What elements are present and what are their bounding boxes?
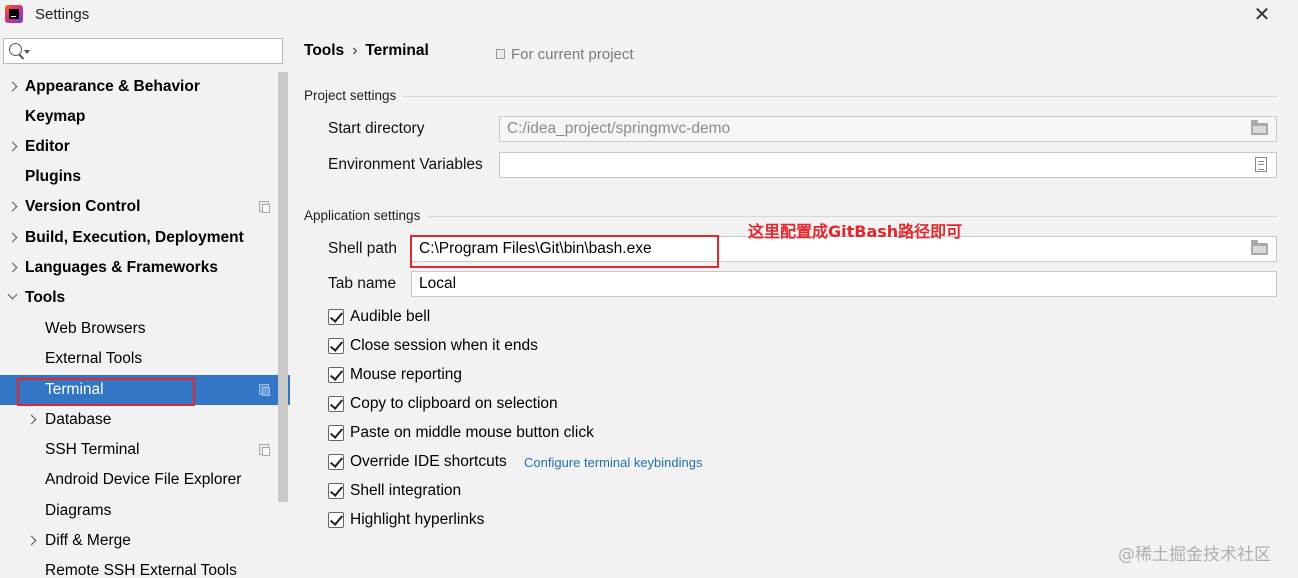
highlight-box-terminal [17, 378, 195, 406]
environment-variables-label: Environment Variables [328, 156, 483, 173]
option-label: Override IDE shortcuts [350, 453, 507, 470]
checkbox-checked[interactable] [328, 367, 344, 383]
tab-name-label: Tab name [328, 275, 397, 292]
sidebar-item-label: Editor [25, 138, 70, 155]
section-title-application-settings: Application settings [304, 208, 421, 223]
sidebar-scrollbar[interactable] [278, 72, 288, 502]
sidebar-item-languages-frameworks[interactable]: Languages & Frameworks [0, 253, 276, 283]
sidebar-item-label: Plugins [25, 168, 81, 185]
title-bar: Settings ✕ [0, 0, 1298, 30]
sidebar-item-web-browsers[interactable]: Web Browsers [0, 314, 276, 344]
chevron-right-icon[interactable] [7, 201, 18, 212]
sidebar-item-keymap[interactable]: Keymap [0, 102, 276, 132]
chevron-right-icon[interactable] [7, 232, 18, 243]
sidebar-item-label: Build, Execution, Deployment [25, 229, 244, 246]
option-label: Close session when it ends [350, 337, 538, 354]
start-directory-label: Start directory [328, 120, 425, 137]
folder-icon[interactable] [1251, 120, 1268, 135]
annotation-text: 这里配置成GitBash路径即可 [748, 222, 963, 241]
chevron-right-icon[interactable] [26, 535, 37, 546]
checkbox-checked[interactable] [328, 309, 344, 325]
intellij-app-icon [5, 5, 23, 23]
sidebar-item-label: Keymap [25, 108, 86, 125]
sidebar-item-tools[interactable]: Tools [0, 283, 276, 313]
search-options-chevron-icon[interactable] [24, 50, 30, 54]
checkbox-checked[interactable] [328, 512, 344, 528]
project-scope-icon [496, 49, 505, 59]
sidebar-item-label: Version Control [25, 198, 141, 215]
checkbox-checked[interactable] [328, 454, 344, 470]
option-label: Paste on middle mouse button click [350, 424, 594, 441]
chevron-right-icon[interactable] [26, 414, 37, 425]
sidebar-item-database[interactable]: Database [0, 405, 276, 435]
section-title-project-settings: Project settings [304, 88, 397, 103]
checkbox-checked[interactable] [328, 483, 344, 499]
configure-keybindings-link[interactable]: Configure terminal keybindings [524, 452, 702, 474]
option-label: Mouse reporting [350, 366, 463, 383]
chevron-down-icon[interactable] [7, 289, 18, 300]
start-directory-field[interactable]: C:/idea_project/springmvc-demo [499, 116, 1277, 142]
sidebar-item-diagrams[interactable]: Diagrams [0, 496, 276, 526]
sidebar-item-editor[interactable]: Editor [0, 132, 276, 162]
settings-sidebar: Appearance & Behavior Keymap Editor Plug… [0, 30, 290, 578]
sidebar-item-label: Appearance & Behavior [25, 78, 200, 95]
sidebar-item-diff-merge[interactable]: Diff & Merge [0, 526, 276, 556]
sidebar-item-label: Diagrams [45, 502, 112, 519]
option-label: Audible bell [350, 308, 431, 325]
sidebar-item-label: Languages & Frameworks [25, 259, 218, 276]
sidebar-item-label: Tools [25, 289, 66, 306]
sidebar-item-android-device-file-explorer[interactable]: Android Device File Explorer [0, 465, 276, 495]
sidebar-item-plugins[interactable]: Plugins [0, 162, 276, 192]
sidebar-item-label: External Tools [45, 350, 143, 367]
sidebar-item-label: Remote SSH External Tools [45, 562, 237, 578]
search-icon [9, 43, 22, 56]
project-scope-icon [259, 384, 270, 396]
option-label: Copy to clipboard on selection [350, 395, 558, 412]
sidebar-item-label: SSH Terminal [45, 441, 140, 458]
sidebar-item-external-tools[interactable]: External Tools [0, 344, 276, 374]
environment-variables-field[interactable] [499, 152, 1277, 178]
checkbox-checked[interactable] [328, 338, 344, 354]
checkbox-checked[interactable] [328, 425, 344, 441]
chevron-right-icon[interactable] [7, 141, 18, 152]
sidebar-item-appearance-behavior[interactable]: Appearance & Behavior [0, 72, 276, 102]
sidebar-item-build-execution-deployment[interactable]: Build, Execution, Deployment [0, 223, 276, 253]
sidebar-item-ssh-terminal[interactable]: SSH Terminal [0, 435, 276, 465]
chevron-right-icon[interactable] [7, 262, 18, 273]
section-divider [428, 216, 1277, 217]
breadcrumb: Tools › Terminal [304, 42, 429, 60]
settings-main-panel: Tools › Terminal For current project Proje… [290, 30, 1298, 578]
edit-variables-icon[interactable] [1255, 157, 1267, 172]
breadcrumb-separator: › [352, 42, 358, 59]
section-divider [403, 96, 1277, 97]
window-title: Settings [35, 6, 90, 23]
breadcrumb-root[interactable]: Tools [304, 42, 344, 59]
tab-name-value: Local [419, 275, 457, 292]
sidebar-item-label: Web Browsers [45, 320, 146, 337]
project-scope-icon [259, 201, 270, 213]
sidebar-item-label: Diff & Merge [45, 532, 131, 549]
option-label: Shell integration [350, 482, 462, 499]
scope-note: For current project [496, 46, 634, 63]
tab-name-field[interactable]: Local [411, 271, 1277, 297]
highlight-box-shell-path [410, 235, 719, 268]
option-label: Highlight hyperlinks [350, 511, 485, 528]
search-input[interactable] [3, 38, 283, 64]
start-directory-value: C:/idea_project/springmvc-demo [507, 120, 731, 137]
chevron-right-icon[interactable] [7, 81, 18, 92]
project-scope-icon [259, 444, 270, 456]
checkbox-checked[interactable] [328, 396, 344, 412]
sidebar-item-label: Database [45, 411, 112, 428]
shell-path-label: Shell path [328, 240, 397, 257]
sidebar-item-label: Android Device File Explorer [45, 471, 242, 488]
breadcrumb-current: Terminal [365, 42, 429, 59]
scope-note-text: For current project [511, 46, 634, 63]
close-button[interactable]: ✕ [1250, 4, 1274, 26]
sidebar-item-remote-ssh-external-tools[interactable]: Remote SSH External Tools [0, 556, 276, 578]
sidebar-item-version-control[interactable]: Version Control [0, 192, 276, 222]
folder-icon[interactable] [1251, 240, 1268, 255]
watermark: @稀土掘金技术社区 [1118, 545, 1271, 565]
